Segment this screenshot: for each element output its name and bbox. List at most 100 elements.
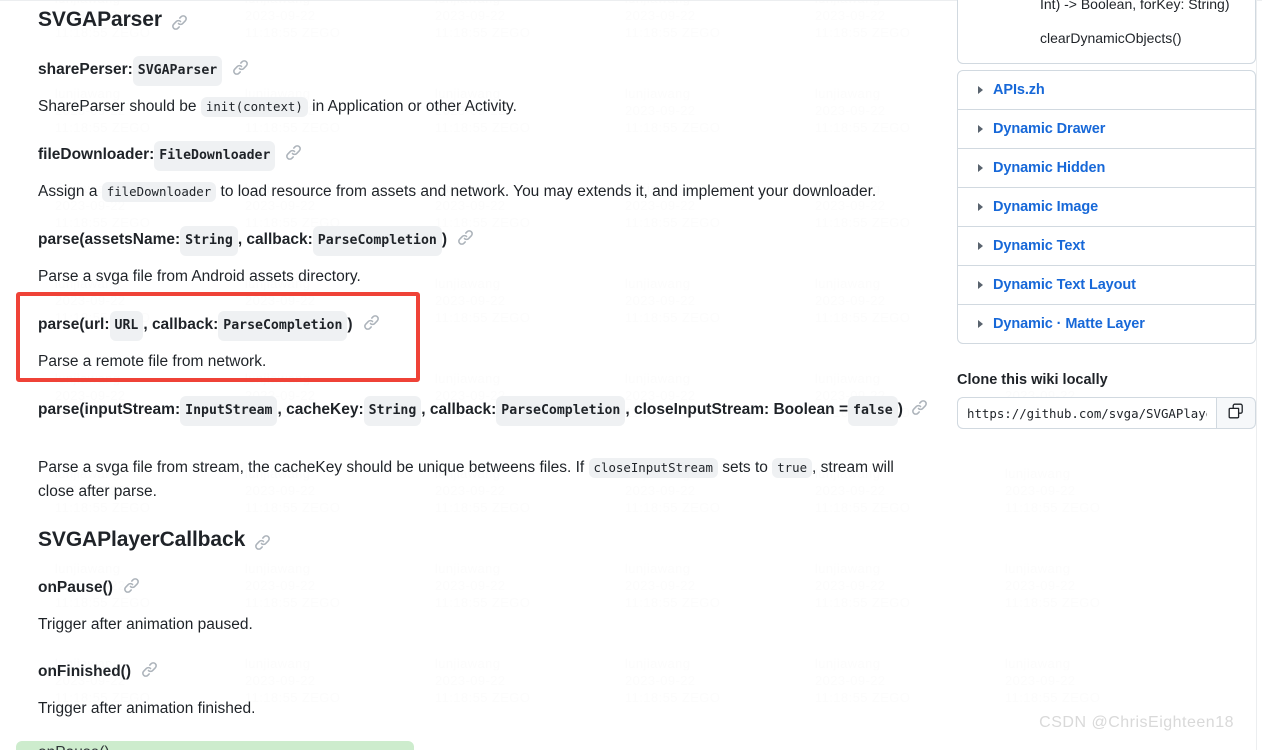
desc-text: Assign a [38,183,102,200]
sidebar-item-label: Dynamic · Matte Layer [993,316,1145,332]
clone-url-input[interactable] [957,397,1216,429]
type-code: ParseCompletion [218,311,348,341]
desc-text: Parse a svga file from Android assets di… [38,268,361,285]
right-hairline [1256,0,1257,750]
sig-part: ) [441,231,448,248]
sig-part: , cacheKey: [277,401,364,418]
sidebar-item-dynamic-image[interactable]: Dynamic Image [958,187,1255,226]
type-code: false [848,396,898,426]
member-signature-parse-inputstream: parse(inputStream: InputStream, cacheKey… [38,396,933,426]
callback-name: onFinished() [38,663,131,680]
callback-description-onfinished: Trigger after animation finished. [38,700,256,717]
sidebar-item-dynamic-matte-layer[interactable]: Dynamic · Matte Layer [958,304,1255,343]
member-prefix: sharePerser: [38,61,133,78]
member-signature-parse-assetsname: parse(assetsName: String, callback: Pars… [38,226,474,256]
wiki-pages-nav: APIs.zh Dynamic Drawer Dynamic Hidden Dy… [957,70,1256,344]
member-description-parse-url: Parse a remote file from network. [38,350,266,374]
caret-right-icon [978,203,983,211]
member-signature-parse-url: parse(url: URL, callback: ParseCompletio… [38,311,380,341]
code-line: setDynamicDrawer(drawer: (canvas: Canvas… [1040,0,1230,12]
member-signature-onpause: onPause() [38,575,140,600]
sidebar-item-label: APIs.zh [993,82,1045,98]
copy-icon [1228,403,1244,424]
main-content: SVGAParser sharePerser: SVGAParser Share… [0,0,950,750]
desc-text: Parse a svga file from stream, the cache… [38,459,589,476]
member-description-shareperser: ShareParser should be init(context) in A… [38,95,517,119]
link-icon[interactable] [232,59,249,76]
highlighted-row-label: onPause() ... [38,744,127,750]
clone-url-row [957,397,1256,429]
member-prefix: fileDownloader: [38,146,155,163]
background-watermark-text: lunjiawang 2023-09-22 11:18:55 ZEGO [1005,656,1101,705]
member-signature-filedownloader: fileDownloader: FileDownloader [38,141,302,171]
caret-right-icon [978,242,983,250]
api-code-card: setDynamicText(text: String, textPaint: … [957,0,1256,64]
section-heading-svgaplayercallback: SVGAPlayerCallback [38,528,271,552]
sidebar-item-label: Dynamic Image [993,199,1099,215]
link-icon[interactable] [285,144,302,161]
link-icon[interactable] [141,661,158,678]
link-icon[interactable] [363,314,380,331]
caret-right-icon [978,281,983,289]
csdn-watermark: CSDN @ChrisEighteen18 [1039,714,1234,731]
caret-right-icon [978,125,983,133]
type-code: SVGAParser [132,56,223,86]
sig-part: , callback: [421,401,497,418]
link-icon[interactable] [171,14,188,31]
link-icon[interactable] [911,399,928,416]
sig-part: parse(assetsName: [38,231,181,248]
sig-part: , callback: [143,316,219,333]
type-code: FileDownloader [154,141,276,171]
link-icon[interactable] [123,577,140,594]
member-signature-onfinished: onFinished() [38,659,158,684]
section-heading-svgaparser: SVGAParser [38,8,188,32]
background-watermark-text: lunjiawang 2023-09-22 11:18:55 ZEGO [1005,561,1101,610]
sig-part: parse(url: [38,316,110,333]
caret-right-icon [978,164,983,172]
sig-part: , callback: [237,231,313,248]
member-description-parse-assets: Parse a svga file from Android assets di… [38,265,361,289]
desc-text: to load resource from assets and network… [216,183,877,200]
inline-code: true [772,458,813,478]
caret-right-icon [978,320,983,328]
inline-code: closeInputStream [588,458,718,478]
code-line: clearDynamicObjects() [1040,30,1182,46]
desc-text: ShareParser should be [38,98,201,115]
sig-part: , closeInputStream: Boolean = [625,401,848,418]
sidebar-item-label: Dynamic Drawer [993,121,1106,137]
caret-right-icon [978,86,983,94]
clone-section-title: Clone this wiki locally [957,372,1108,388]
sig-part: parse(inputStream: [38,401,181,418]
desc-text: sets to [717,459,773,476]
member-signature-shareperser: sharePerser: SVGAParser [38,56,249,86]
inline-code: init(context) [200,97,308,117]
link-icon[interactable] [254,534,271,551]
sidebar-item-dynamic-hidden[interactable]: Dynamic Hidden [958,148,1255,187]
member-description-filedownloader: Assign a fileDownloader to load resource… [38,180,938,204]
member-description-parse-inputstream: Parse a svga file from stream, the cache… [38,456,928,504]
wiki-page: lunjiawang 2023-09-22 11:18:55 ZEGO lunji… [0,0,1262,750]
callback-name: onPause() [38,579,113,596]
callback-description-onpause: Trigger after animation paused. [38,616,253,633]
sidebar-item-apis-zh[interactable]: APIs.zh [958,71,1255,109]
copy-url-button[interactable] [1216,397,1256,429]
sig-part: ) [347,316,353,333]
desc-text: Parse a remote file from network. [38,353,267,370]
sidebar-item-label: Dynamic Text [993,238,1086,254]
type-code: ParseCompletion [496,396,626,426]
section-heading-text: SVGAPlayerCallback [38,528,246,551]
sidebar-item-dynamic-drawer[interactable]: Dynamic Drawer [958,109,1255,148]
highlighted-row: onPause() ... [16,741,414,750]
background-watermark-text: lunjiawang 2023-09-22 11:18:55 ZEGO [1005,466,1101,515]
link-icon[interactable] [457,229,474,246]
type-code: URL [109,311,144,341]
sidebar-item-dynamic-text-layout[interactable]: Dynamic Text Layout [958,265,1255,304]
sidebar-item-label: Dynamic Hidden [993,160,1106,176]
sidebar-item-label: Dynamic Text Layout [993,277,1136,293]
section-heading-text: SVGAParser [38,8,162,31]
inline-code: fileDownloader [101,182,217,202]
sidebar-item-dynamic-text[interactable]: Dynamic Text [958,226,1255,265]
type-code: ParseCompletion [312,226,442,256]
type-code: String [180,226,238,256]
type-code: String [363,396,422,426]
